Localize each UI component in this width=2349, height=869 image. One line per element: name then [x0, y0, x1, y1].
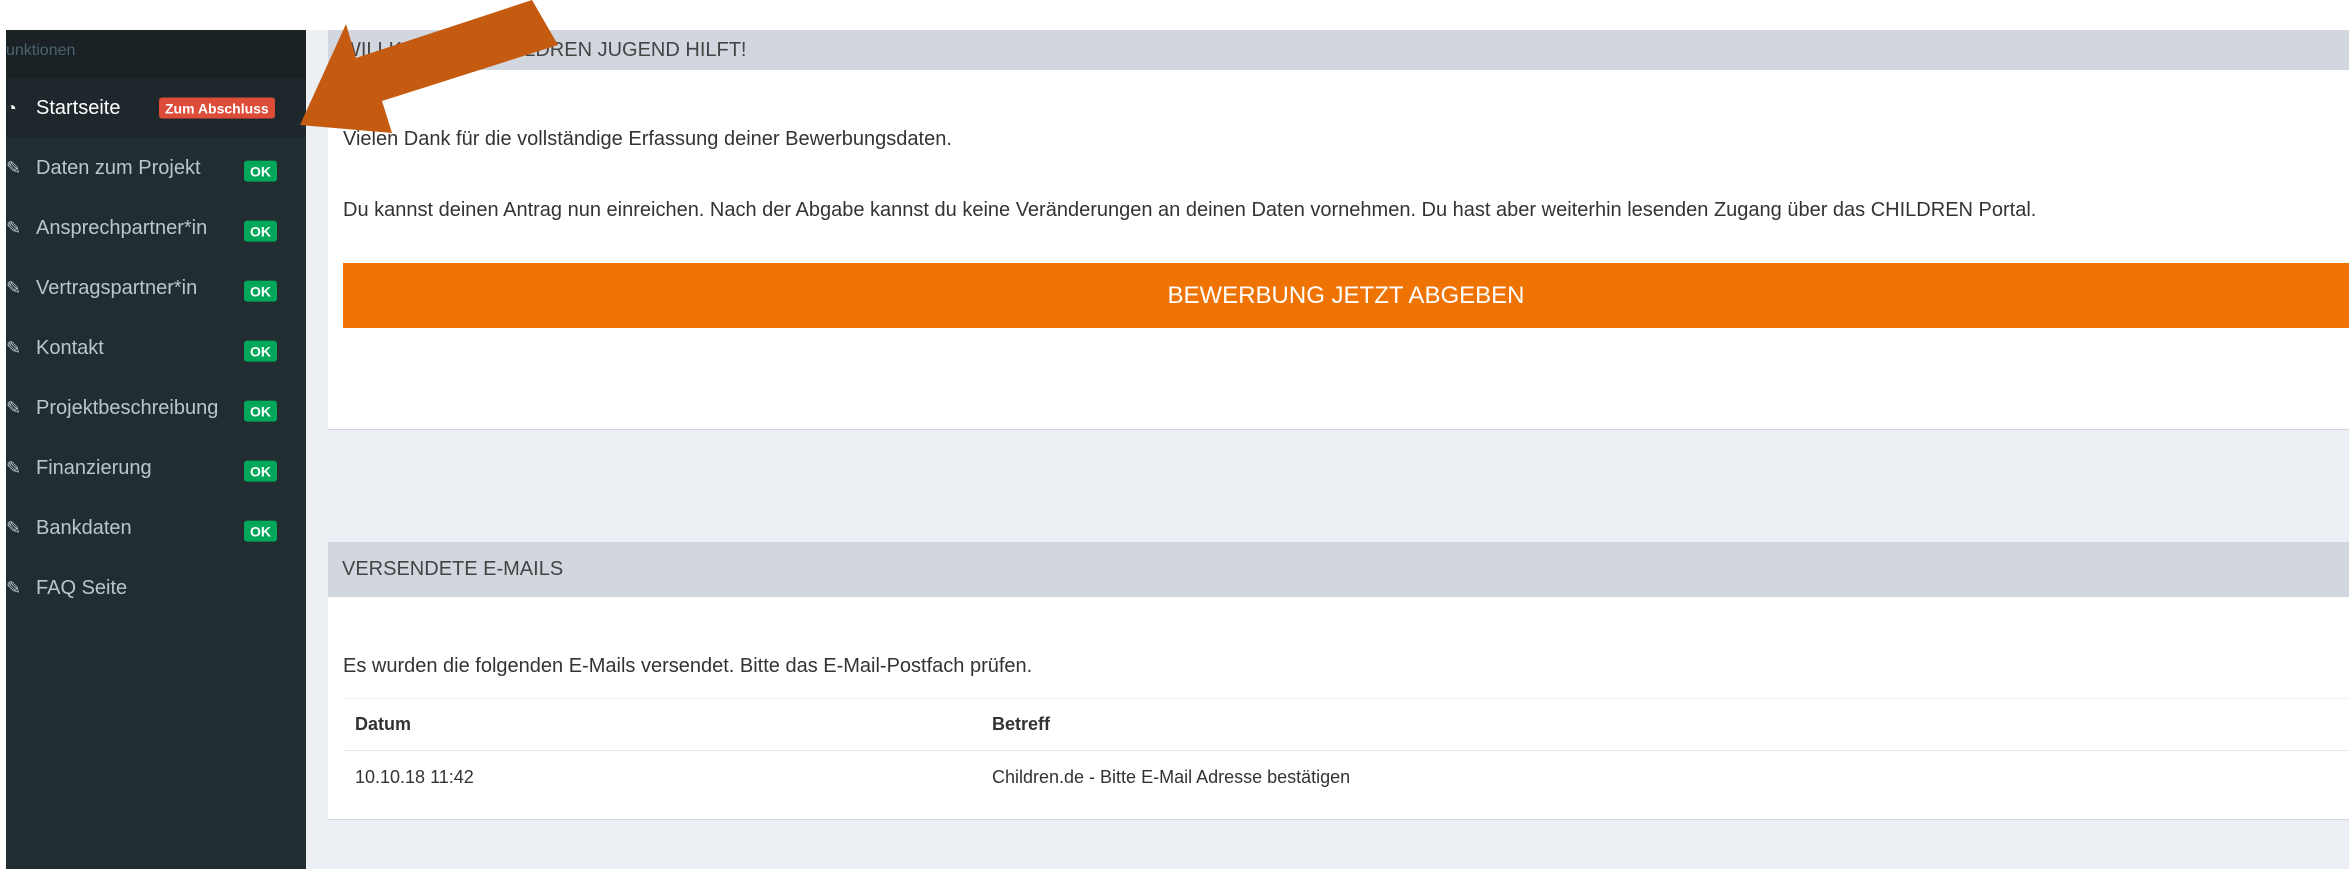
sidebar-item-vertragspartner[interactable]: ✎ Vertragspartner*in OK — [6, 258, 306, 318]
status-badge: OK — [244, 520, 277, 542]
sidebar-item-label: Vertragspartner*in — [36, 276, 198, 299]
sidebar-item-label: Projektbeschreibung — [36, 396, 219, 419]
sidebar-item-label: FAQ Seite — [36, 576, 128, 599]
status-badge: OK — [244, 340, 277, 362]
table-header-row: Datum Betreff — [343, 698, 2349, 751]
edit-icon: ✎ — [6, 157, 22, 178]
status-badge: OK — [244, 160, 277, 182]
table-row: 10.10.18 11:42 Children.de - Bitte E-Mai… — [343, 750, 2349, 804]
sidebar-header: unktionen — [6, 30, 306, 78]
submit-application-button[interactable]: BEWERBUNG JETZT ABGEBEN — [343, 263, 2349, 328]
sidebar-item-label: Daten zum Projekt — [36, 156, 201, 179]
welcome-box-title: WILLKOMMEN! CHILDREN JUGEND HILFT! — [328, 30, 2349, 70]
edit-icon: ✎ — [6, 217, 22, 238]
sidebar-item-finanzierung[interactable]: ✎ Finanzierung OK — [6, 438, 306, 498]
email-date: 10.10.18 11:42 — [343, 750, 980, 804]
sidebar-item-label: Ansprechpartner*in — [36, 216, 208, 239]
status-badge: OK — [244, 460, 277, 482]
sidebar-item-bankdaten[interactable]: ✎ Bankdaten OK — [6, 498, 306, 558]
info-text: Du kannst deinen Antrag nun einreichen. … — [343, 199, 2037, 221]
edit-icon: ✎ — [6, 277, 22, 298]
column-header-date: Datum — [343, 698, 980, 751]
sidebar-item-ansprechpartner[interactable]: ✎ Ansprechpartner*in OK — [6, 198, 306, 258]
emails-table: Datum Betreff 10.10.18 11:42 Children.de… — [343, 698, 2349, 804]
sidebar: unktionen ◔ Startseite Zum Abschluss ✎ D… — [6, 30, 306, 869]
sidebar-item-projektbeschreibung[interactable]: ✎ Projektbeschreibung OK — [6, 378, 306, 438]
edit-icon: ✎ — [6, 397, 22, 418]
status-badge: OK — [244, 220, 277, 242]
edit-icon: ✎ — [6, 517, 22, 538]
edit-icon: ✎ — [6, 577, 22, 598]
sidebar-item-startseite[interactable]: ◔ Startseite Zum Abschluss — [6, 78, 306, 138]
email-subject: Children.de - Bitte E-Mail Adresse bestä… — [980, 750, 2349, 804]
sent-emails-box: VERSENDETE E-MAILS Es wurden die folgend… — [328, 542, 2349, 820]
sidebar-item-label: Finanzierung — [36, 456, 152, 479]
sidebar-item-daten-zum-projekt[interactable]: ✎ Daten zum Projekt OK — [6, 138, 306, 198]
sidebar-item-faq[interactable]: ✎ FAQ Seite — [6, 558, 306, 618]
welcome-box: WILLKOMMEN! CHILDREN JUGEND HILFT! Viele… — [328, 30, 2349, 430]
status-badge: Zum Abschluss — [159, 97, 275, 119]
edit-icon: ✎ — [6, 457, 22, 478]
sidebar-menu: ◔ Startseite Zum Abschluss ✎ Daten zum P… — [6, 78, 306, 618]
sidebar-item-label: Startseite — [36, 96, 121, 119]
sidebar-item-label: Kontakt — [36, 336, 104, 359]
column-header-subject: Betreff — [980, 698, 2349, 751]
main-content: WILLKOMMEN! CHILDREN JUGEND HILFT! Viele… — [306, 30, 2349, 869]
status-badge: OK — [244, 400, 277, 422]
sidebar-item-label: Bankdaten — [36, 516, 132, 539]
sent-emails-title: VERSENDETE E-MAILS — [328, 542, 2349, 597]
emails-info-text: Es wurden die folgenden E-Mails versende… — [343, 655, 1033, 677]
thanks-text: Vielen Dank für die vollständige Erfassu… — [343, 128, 952, 150]
status-badge: OK — [244, 280, 277, 302]
edit-icon: ✎ — [6, 337, 22, 358]
sidebar-item-kontakt[interactable]: ✎ Kontakt OK — [6, 318, 306, 378]
dashboard-icon: ◔ — [6, 97, 17, 118]
